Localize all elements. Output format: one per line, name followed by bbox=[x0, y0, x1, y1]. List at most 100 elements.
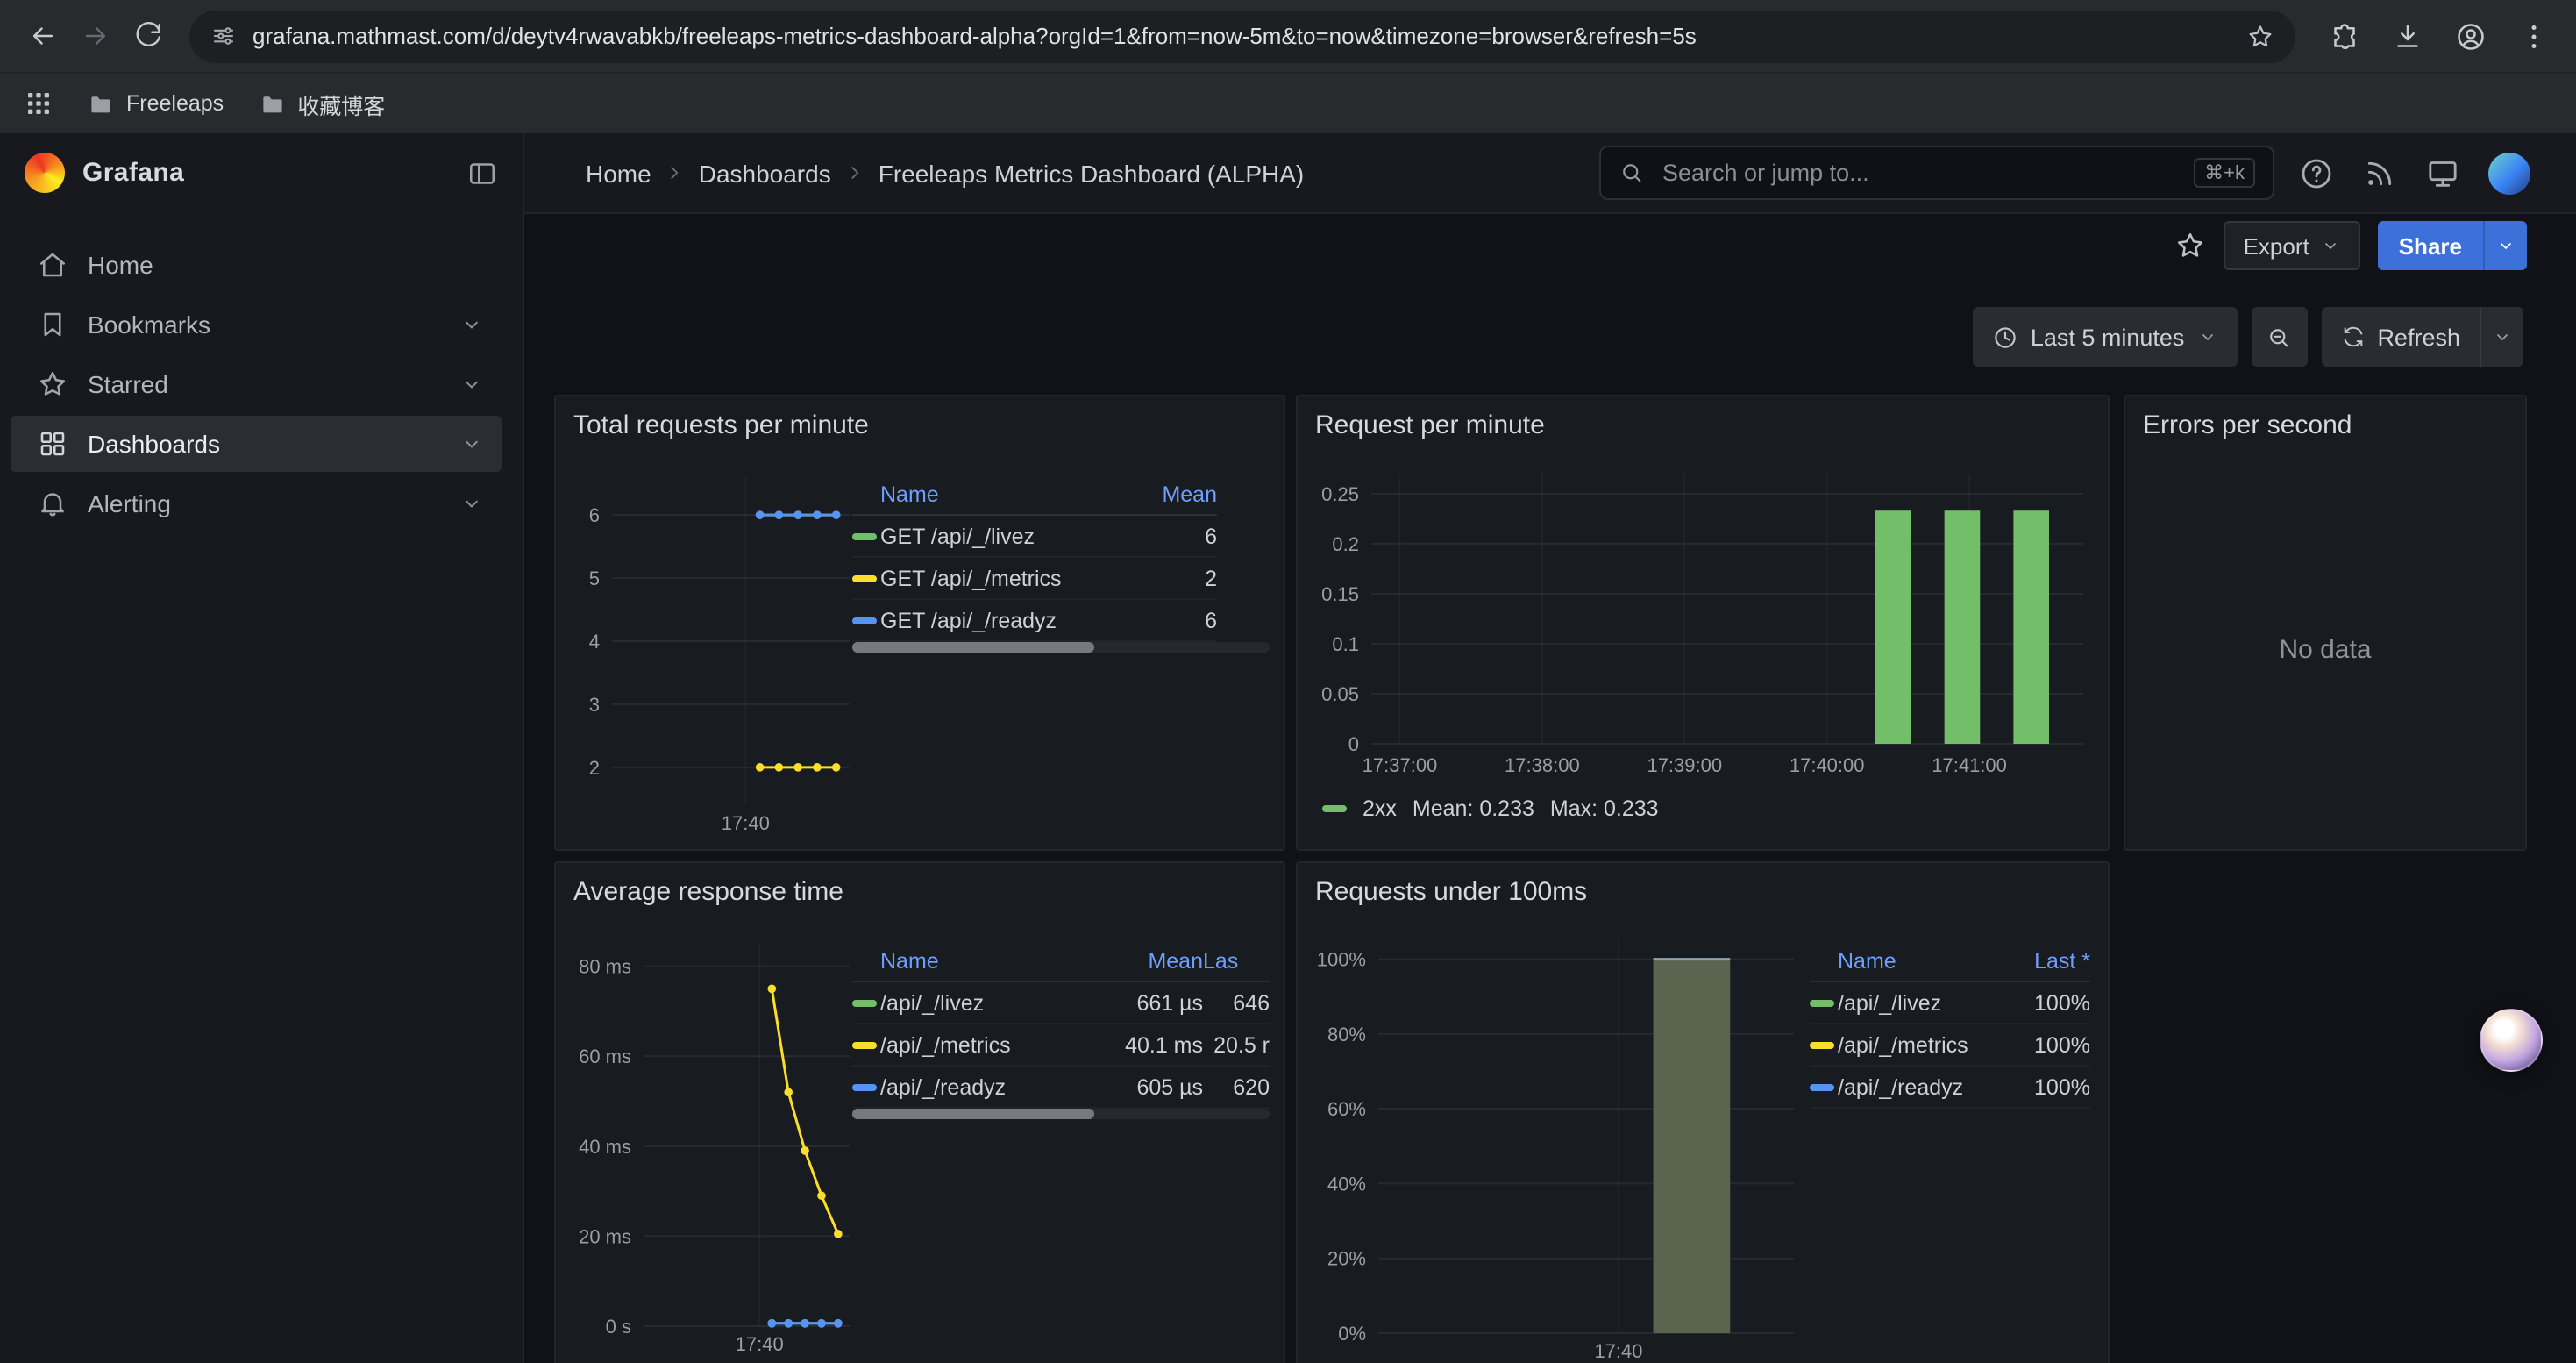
chevron-right-icon bbox=[843, 161, 866, 184]
reload-button[interactable] bbox=[123, 11, 172, 61]
panel-title[interactable]: Total requests per minute bbox=[556, 396, 1284, 440]
chevron-down-icon[interactable] bbox=[459, 432, 484, 456]
breadcrumb-item[interactable]: Dashboards bbox=[699, 159, 831, 187]
svg-text:0%: 0% bbox=[1338, 1323, 1366, 1345]
svg-text:6: 6 bbox=[589, 504, 600, 526]
forward-button[interactable] bbox=[70, 11, 119, 61]
chevron-down-icon[interactable] bbox=[459, 312, 484, 337]
sidebar-item-starred[interactable]: Starred bbox=[11, 356, 502, 412]
panel-total-requests: Total requests per minute 2345617:40 Nam… bbox=[554, 395, 1285, 851]
sidebar-item-label: Bookmarks bbox=[88, 310, 210, 339]
extensions-button[interactable] bbox=[2320, 11, 2369, 61]
svg-text:17:40: 17:40 bbox=[1594, 1340, 1642, 1362]
refresh-label: Refresh bbox=[2377, 324, 2460, 350]
bookmark-item[interactable]: 收藏博客 bbox=[259, 87, 385, 120]
sidebar-item-home[interactable]: Home bbox=[11, 237, 502, 293]
url-bar[interactable]: grafana.mathmast.com/d/deytv4rwavabkb/fr… bbox=[189, 10, 2295, 62]
legend-header[interactable]: Last * bbox=[2006, 940, 2090, 982]
floating-assistant-avatar[interactable] bbox=[2480, 1009, 2543, 1072]
panel-title[interactable]: Request per minute bbox=[1298, 396, 2108, 440]
search-icon bbox=[1619, 160, 1645, 186]
time-range-picker[interactable]: Last 5 minutes bbox=[1973, 307, 2238, 367]
legend-table: NameMeanLas/api/_/livez661 µs646/api/_/m… bbox=[852, 940, 1270, 1109]
breadcrumb-item[interactable]: Freeleaps Metrics Dashboard (ALPHA) bbox=[879, 159, 1305, 187]
legend-scrollbar[interactable] bbox=[852, 642, 1270, 653]
bookmark-star-icon[interactable] bbox=[2246, 22, 2274, 50]
apps-grid-icon[interactable] bbox=[25, 89, 53, 118]
chevron-down-icon[interactable] bbox=[459, 491, 484, 516]
download-icon bbox=[2392, 20, 2423, 52]
legend-header[interactable]: Mean bbox=[1136, 474, 1217, 516]
chevron-down-icon bbox=[2492, 326, 2513, 347]
star-icon bbox=[37, 368, 68, 400]
legend-scrollbar[interactable] bbox=[852, 1109, 1270, 1119]
legend-series-name[interactable]: GET /api/_/readyz bbox=[880, 600, 1136, 642]
browser-toolbar: grafana.mathmast.com/d/deytv4rwavabkb/fr… bbox=[0, 0, 2576, 72]
share-menu-caret[interactable] bbox=[2483, 221, 2527, 270]
favorite-star-icon[interactable] bbox=[2175, 230, 2207, 261]
panel-title[interactable]: Errors per second bbox=[2125, 396, 2525, 440]
svg-text:80 ms: 80 ms bbox=[579, 956, 631, 978]
bookmarks-bar: Freeleaps 收藏博客 bbox=[0, 72, 2576, 133]
legend-header[interactable]: Name bbox=[880, 474, 1136, 516]
legend-header[interactable]: Name bbox=[1838, 940, 2006, 982]
export-button[interactable]: Export bbox=[2224, 221, 2360, 270]
grafana-logo[interactable] bbox=[25, 153, 65, 193]
zoom-out-button[interactable] bbox=[2251, 307, 2307, 367]
legend-series-name[interactable]: GET /api/_/metrics bbox=[880, 558, 1136, 600]
forward-icon bbox=[80, 21, 110, 51]
legend-series-name[interactable]: /api/_/readyz bbox=[880, 1067, 1105, 1109]
legend-series-name[interactable]: /api/_/livez bbox=[1838, 982, 2006, 1024]
average-response-time-chart[interactable]: 0 s20 ms40 ms60 ms80 ms17:40 bbox=[566, 926, 865, 1358]
legend-series-name[interactable]: 2xx bbox=[1363, 796, 1397, 821]
bookmark-item[interactable]: Freeleaps bbox=[88, 90, 224, 117]
search-input[interactable] bbox=[1659, 158, 2180, 188]
sidebar-item-bookmarks[interactable]: Bookmarks bbox=[11, 296, 502, 353]
downloads-button[interactable] bbox=[2383, 11, 2432, 61]
breadcrumb-item[interactable]: Home bbox=[586, 159, 651, 187]
user-avatar[interactable] bbox=[2488, 152, 2530, 194]
legend-value: 646 bbox=[1203, 982, 1270, 1024]
legend-header[interactable]: Las bbox=[1203, 940, 1270, 982]
search-shortcut-kbd: ⌘+k bbox=[2194, 158, 2255, 188]
back-icon bbox=[27, 21, 57, 51]
svg-text:3: 3 bbox=[589, 694, 600, 716]
legend-header[interactable]: Name bbox=[880, 940, 1105, 982]
legend-max-value: Max: 0.233 bbox=[1550, 796, 1659, 821]
legend-series-name[interactable]: GET /api/_/livez bbox=[880, 516, 1136, 558]
legend-series-name[interactable]: /api/_/readyz bbox=[1838, 1067, 2006, 1109]
legend-inline[interactable]: 2xx Mean: 0.233 Max: 0.233 bbox=[1322, 796, 1659, 821]
legend-series-name[interactable]: /api/_/metrics bbox=[1838, 1024, 2006, 1067]
legend-value: 100% bbox=[2006, 1024, 2090, 1067]
request-per-minute-chart[interactable]: 00.050.10.150.20.2517:37:0017:38:0017:39… bbox=[1308, 460, 2097, 779]
monitor-icon[interactable] bbox=[2425, 155, 2460, 190]
sidebar-item-alerting[interactable]: Alerting bbox=[11, 475, 502, 532]
refresh-interval-caret[interactable] bbox=[2480, 307, 2523, 367]
site-settings-icon[interactable] bbox=[210, 23, 237, 49]
news-rss-icon[interactable] bbox=[2362, 155, 2397, 190]
app-header: Home Dashboards Freeleaps Metrics Dashboar… bbox=[524, 133, 2576, 214]
sidebar-collapse-icon[interactable] bbox=[466, 157, 498, 189]
no-data-message: No data bbox=[2125, 449, 2525, 849]
header-icons bbox=[2299, 152, 2530, 194]
search-box[interactable]: ⌘+k bbox=[1599, 146, 2274, 200]
share-button[interactable]: Share bbox=[2378, 221, 2527, 270]
legend-series-name[interactable]: /api/_/metrics bbox=[880, 1024, 1105, 1067]
legend-series-name[interactable]: /api/_/livez bbox=[880, 982, 1105, 1024]
panel-title[interactable]: Requests under 100ms bbox=[1298, 863, 2108, 907]
browser-menu-button[interactable] bbox=[2509, 11, 2558, 61]
legend-header[interactable]: Mean bbox=[1105, 940, 1203, 982]
refresh-button[interactable]: Refresh bbox=[2321, 307, 2523, 367]
panel-title[interactable]: Average response time bbox=[556, 863, 1284, 907]
legend-value: 605 µs bbox=[1105, 1067, 1203, 1109]
sidebar-item-dashboards[interactable]: Dashboards bbox=[11, 416, 502, 472]
url-text[interactable]: grafana.mathmast.com/d/deytv4rwavabkb/fr… bbox=[253, 23, 2231, 49]
series-color-dash bbox=[1810, 999, 1834, 1006]
total-requests-chart[interactable]: 2345617:40 bbox=[566, 460, 865, 837]
requests-under-100ms-chart[interactable]: 0%20%40%60%80%100%17:40 bbox=[1308, 926, 1808, 1363]
help-icon[interactable] bbox=[2299, 155, 2334, 190]
svg-text:17:38:00: 17:38:00 bbox=[1505, 754, 1580, 776]
back-button[interactable] bbox=[18, 11, 67, 61]
chevron-down-icon[interactable] bbox=[459, 372, 484, 396]
profile-button[interactable] bbox=[2446, 11, 2495, 61]
